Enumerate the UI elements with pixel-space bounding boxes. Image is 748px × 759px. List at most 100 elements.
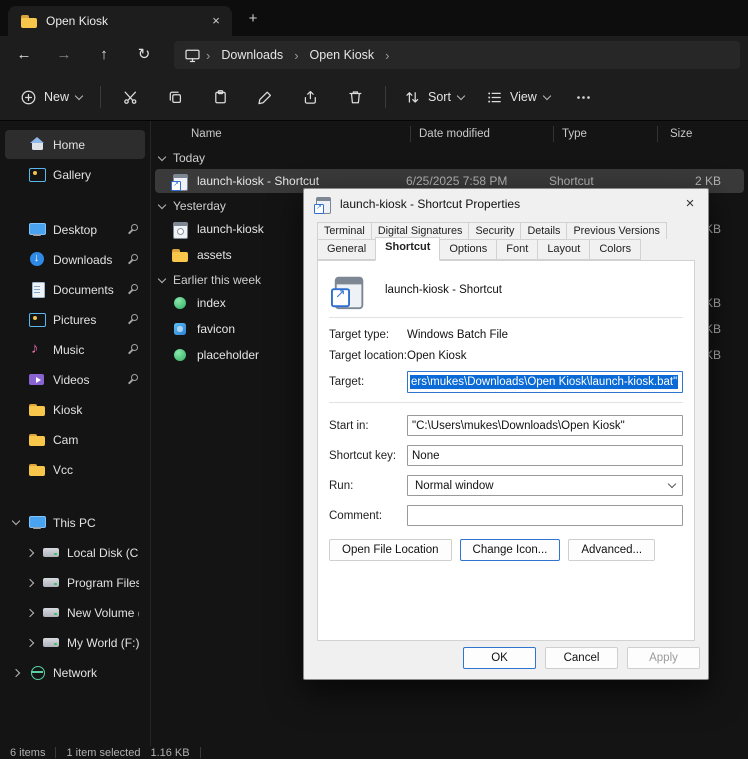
desktop-icon <box>28 221 46 238</box>
status-divider <box>55 747 57 758</box>
breadcrumb-open-kiosk[interactable]: Open Kiosk <box>304 46 381 64</box>
sidebar-item-new-volume-e[interactable]: New Volume (E:) <box>5 598 145 627</box>
address-bar[interactable]: › Downloads › Open Kiosk › <box>174 41 740 69</box>
sidebar-item-cam[interactable]: Cam <box>5 425 145 454</box>
command-bar: New Sort View <box>0 74 748 121</box>
chevron-down-icon[interactable] <box>11 516 21 526</box>
sort-button[interactable]: Sort <box>394 81 474 113</box>
sidebar-item-gallery[interactable]: Gallery <box>5 160 145 189</box>
forward-button[interactable]: → <box>48 40 80 70</box>
refresh-button[interactable]: ↻ <box>128 40 160 70</box>
pin-icon <box>126 253 139 266</box>
trash-icon <box>349 90 362 103</box>
delete-button[interactable] <box>334 81 377 113</box>
sidebar-item-home[interactable]: Home <box>5 130 145 159</box>
tab-close-icon[interactable]: × <box>206 11 226 31</box>
column-header-name[interactable]: Name <box>151 126 410 142</box>
cancel-button[interactable]: Cancel <box>545 647 618 669</box>
tab-colors[interactable]: Colors <box>589 239 642 260</box>
tab-font[interactable]: Font <box>496 239 539 260</box>
target-location-label: Target location: <box>329 350 407 362</box>
sidebar-item-my-world-f[interactable]: My World (F:) <box>5 628 145 657</box>
breadcrumb-separator-icon: › <box>206 47 211 63</box>
view-list-icon <box>488 91 501 103</box>
music-icon <box>28 340 46 358</box>
sidebar-item-kiosk[interactable]: Kiosk <box>5 395 145 424</box>
tab-title: Open Kiosk <box>46 14 109 28</box>
pin-icon <box>126 373 139 386</box>
new-tab-button[interactable]: + <box>240 6 266 32</box>
sidebar-item-vcc[interactable]: Vcc <box>5 455 145 484</box>
sort-button-label: Sort <box>428 90 451 104</box>
tab-details[interactable]: Details <box>520 222 568 239</box>
sidebar-item-downloads[interactable]: Downloads <box>5 245 145 274</box>
cut-button[interactable] <box>109 81 152 113</box>
shortcut-key-input[interactable] <box>407 445 683 466</box>
collapse-chevron-icon[interactable] <box>157 152 167 161</box>
column-header-type[interactable]: Type <box>553 126 657 142</box>
sidebar-item-this-pc[interactable]: This PC <box>5 508 145 537</box>
chevron-right-icon[interactable] <box>11 668 21 677</box>
column-header-date-modified[interactable]: Date modified <box>410 126 553 142</box>
target-type-value: Windows Batch File <box>407 329 508 341</box>
paste-button[interactable] <box>199 81 242 113</box>
share-icon <box>304 90 316 104</box>
copy-button[interactable] <box>154 81 197 113</box>
collapse-chevron-icon[interactable] <box>157 200 167 209</box>
chevron-down-icon <box>667 479 677 489</box>
tab-shortcut[interactable]: Shortcut <box>375 237 441 261</box>
tab-layout[interactable]: Layout <box>537 239 591 260</box>
target-selected-text: ers\mukes\Downloads\Open Kiosk\launch-ki… <box>410 375 679 389</box>
change-icon-button[interactable]: Change Icon... <box>459 539 561 561</box>
tab-general[interactable]: General <box>317 239 377 260</box>
sidebar-item-pictures[interactable]: Pictures <box>5 305 145 334</box>
more-options-button[interactable] <box>562 81 605 113</box>
back-button[interactable]: ← <box>8 40 40 70</box>
advanced-button[interactable]: Advanced... <box>568 539 656 561</box>
sort-arrows-icon <box>406 91 419 103</box>
open-file-location-button[interactable]: Open File Location <box>329 539 452 561</box>
rename-button[interactable] <box>244 81 287 113</box>
drive-icon <box>42 604 60 621</box>
ellipsis-icon <box>577 95 590 99</box>
chevron-right-icon[interactable] <box>25 608 35 617</box>
copy-icon <box>169 91 182 103</box>
sidebar-item-local-disk-c[interactable]: Local Disk (C:) <box>5 538 145 567</box>
new-button[interactable]: New <box>10 81 92 113</box>
run-dropdown[interactable]: Normal window <box>407 475 683 496</box>
ok-button[interactable]: OK <box>463 647 536 669</box>
breadcrumb-downloads[interactable]: Downloads <box>215 46 289 64</box>
sidebar-item-music[interactable]: Music <box>5 335 145 364</box>
up-button[interactable]: ↑ <box>88 40 120 70</box>
start-in-input[interactable] <box>407 415 683 436</box>
tab-terminal[interactable]: Terminal <box>317 222 372 239</box>
column-header-size[interactable]: Size <box>657 126 743 142</box>
explorer-tab[interactable]: Open Kiosk × <box>8 6 232 36</box>
tab-options[interactable]: Options <box>439 239 498 260</box>
dialog-close-icon[interactable]: × <box>676 192 704 216</box>
sidebar-item-network[interactable]: Network <box>5 658 145 687</box>
chevron-down-icon <box>74 91 84 100</box>
target-input[interactable]: ers\mukes\Downloads\Open Kiosk\launch-ki… <box>407 371 683 393</box>
dialog-title-bar: launch-kiosk - Shortcut Properties × <box>304 189 708 219</box>
chevron-right-icon[interactable] <box>25 638 35 647</box>
paste-icon <box>215 89 226 103</box>
chevron-down-icon <box>542 91 552 100</box>
view-button[interactable]: View <box>476 81 560 113</box>
tab-previous-versions[interactable]: Previous Versions <box>566 222 667 239</box>
sidebar-item-program-files-d[interactable]: Program Files (D:) <box>5 568 145 597</box>
group-header-today[interactable]: Today <box>151 147 748 169</box>
collapse-chevron-icon[interactable] <box>157 274 167 283</box>
tab-security[interactable]: Security <box>468 222 522 239</box>
chevron-right-icon[interactable] <box>25 548 35 557</box>
scissors-icon <box>124 91 137 104</box>
share-button[interactable] <box>289 81 332 113</box>
apply-button[interactable]: Apply <box>627 647 700 669</box>
sidebar-item-desktop[interactable]: Desktop <box>5 215 145 244</box>
dialog-title: launch-kiosk - Shortcut Properties <box>340 197 521 211</box>
chevron-right-icon[interactable] <box>25 578 35 587</box>
view-button-label: View <box>509 90 537 104</box>
sidebar-item-documents[interactable]: Documents <box>5 275 145 304</box>
sidebar-item-videos[interactable]: Videos <box>5 365 145 394</box>
comment-input[interactable] <box>407 505 683 526</box>
